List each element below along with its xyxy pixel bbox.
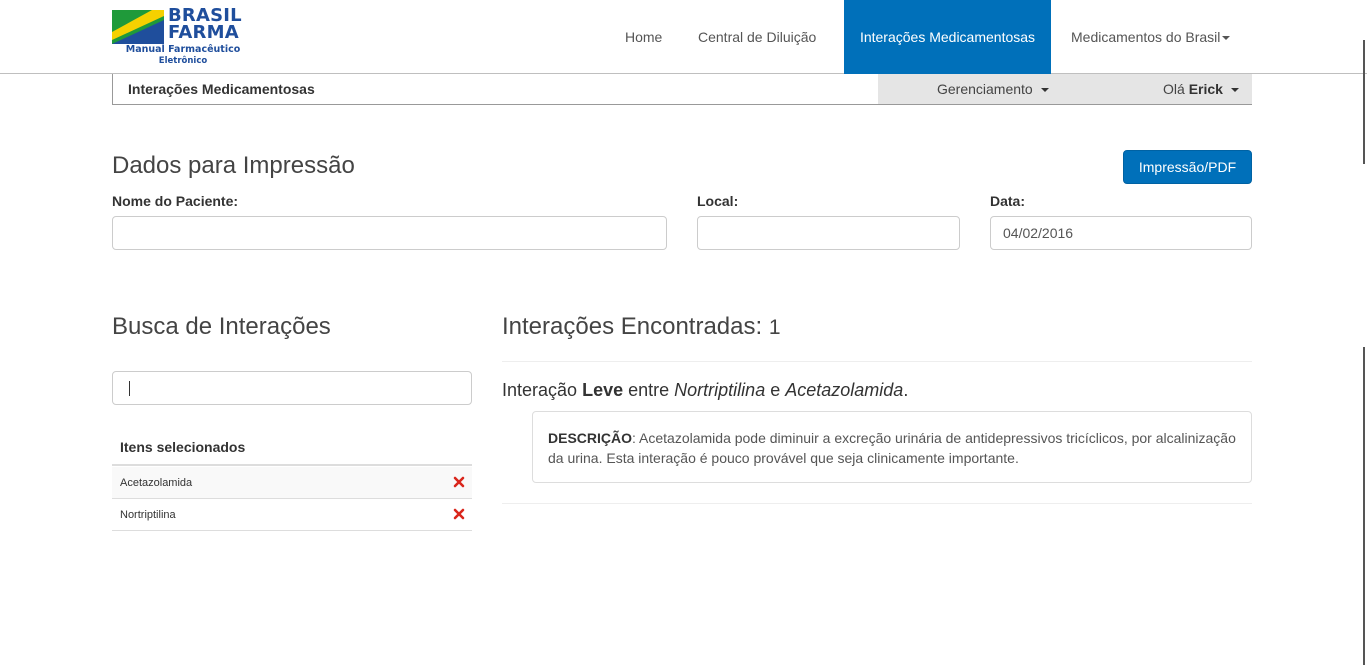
brand-subtitle: Manual Farmacêutico xyxy=(125,44,241,55)
local-label: Local: xyxy=(697,193,739,209)
nav-medicamentos-do-brasil[interactable]: Medicamentos do Brasil xyxy=(1071,0,1231,74)
divider xyxy=(502,361,1252,362)
print-section-heading: Dados para Impressão xyxy=(112,152,355,179)
selected-item-name: Acetazolamida xyxy=(120,477,193,489)
interaction-end: . xyxy=(903,380,909,400)
patient-name-label: Nome do Paciente: xyxy=(112,193,239,209)
interaction-severity: Leve xyxy=(582,380,624,400)
interaction-between: entre xyxy=(628,380,670,400)
interaction-description: DESCRIÇÃO: Acetazolamida pode diminuir a… xyxy=(548,428,1238,468)
selected-items-header: Itens selecionados xyxy=(112,430,472,466)
date-label: Data: xyxy=(990,193,1026,209)
results-count: 1 xyxy=(768,316,781,339)
brand-title: BRASIL FARMA xyxy=(168,7,242,43)
divider xyxy=(502,503,1252,504)
chevron-down-icon xyxy=(1040,88,1049,93)
interaction-description-box: DESCRIÇÃO: Acetazolamida pode diminuir a… xyxy=(532,411,1252,483)
selected-items-heading: Itens selecionados xyxy=(120,439,246,455)
window-edge-mark xyxy=(1363,40,1365,164)
interaction-summary: Interação Leve entre Nortriptilina e Ace… xyxy=(502,380,908,401)
interaction-drug-b: Acetazolamida xyxy=(785,380,904,400)
window-edge-mark-lower xyxy=(1363,347,1365,665)
gerenciamento-label: Gerenciamento xyxy=(937,81,1033,97)
brasil-farma-logo[interactable]: BRASIL FARMA Manual Farmacêutico Eletrôn… xyxy=(112,7,254,67)
brand-subtitle-2: Eletrônico xyxy=(158,56,208,66)
interaction-and: e xyxy=(770,380,781,400)
nav-interacoes-medicamentosas[interactable]: Interações Medicamentosas xyxy=(844,0,1051,74)
remove-icon[interactable] xyxy=(453,475,465,489)
remove-icon[interactable] xyxy=(453,507,465,521)
user-dropdown[interactable]: Olá Erick xyxy=(1163,74,1239,104)
top-navbar: BRASIL FARMA Manual Farmacêutico Eletrôn… xyxy=(0,0,1367,74)
selected-item-name: Nortriptilina xyxy=(120,509,176,521)
print-pdf-button[interactable]: Impressão/PDF xyxy=(1123,150,1252,184)
nav-home[interactable]: Home xyxy=(625,0,662,74)
greeting-label: Olá xyxy=(1163,81,1185,97)
description-label: DESCRIÇÃO xyxy=(548,430,633,446)
results-heading-label: Interações Encontradas: xyxy=(502,313,763,340)
description-text: : Acetazolamida pode diminuir a excreção… xyxy=(548,430,1236,466)
sub-navbar: Interações Medicamentosas Gerenciamento … xyxy=(112,74,1252,105)
patient-name-input[interactable] xyxy=(112,216,667,250)
subbar-menu-area: Gerenciamento Olá Erick xyxy=(878,74,1252,104)
chevron-down-icon xyxy=(1230,88,1239,93)
search-section-heading: Busca de Interações xyxy=(112,313,331,340)
gerenciamento-dropdown[interactable]: Gerenciamento xyxy=(937,74,1049,104)
results-heading: Interações Encontradas: 1 xyxy=(502,313,781,341)
nav-central-diluicao[interactable]: Central de Diluição xyxy=(698,0,816,74)
chevron-down-icon xyxy=(1222,36,1231,41)
text-cursor xyxy=(129,381,130,396)
list-item: Nortriptilina xyxy=(112,499,472,531)
interaction-drug-a: Nortriptilina xyxy=(674,380,766,400)
user-name: Erick xyxy=(1188,81,1223,97)
nav-medicamentos-label: Medicamentos do Brasil xyxy=(1071,29,1221,45)
interaction-prefix: Interação xyxy=(502,380,578,400)
date-input[interactable] xyxy=(990,216,1252,250)
interaction-search-input[interactable] xyxy=(112,371,472,405)
brand-line2: FARMA xyxy=(168,22,239,43)
brazil-flag-icon xyxy=(112,10,164,44)
local-input[interactable] xyxy=(697,216,960,250)
list-item: Acetazolamida xyxy=(112,467,472,499)
subbar-title: Interações Medicamentosas xyxy=(128,81,315,97)
